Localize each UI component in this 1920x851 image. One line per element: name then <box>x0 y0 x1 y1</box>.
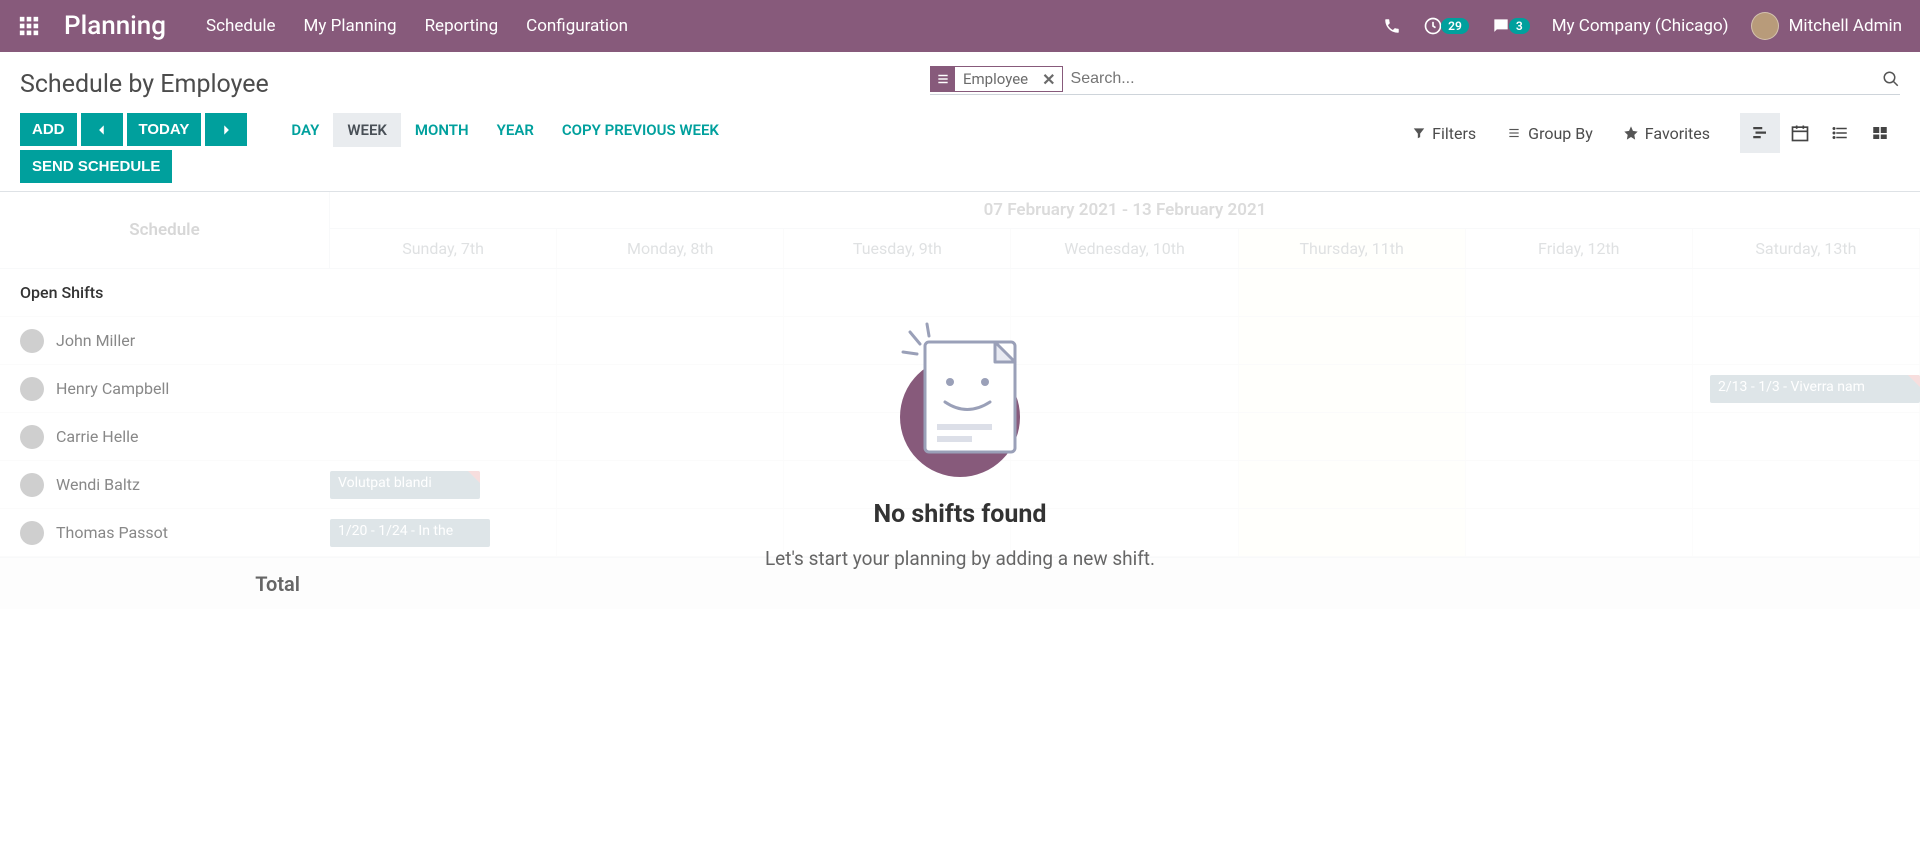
list-icon <box>931 67 955 91</box>
favorites-label: Favorites <box>1645 124 1710 143</box>
menu-schedule[interactable]: Schedule <box>206 16 275 36</box>
prev-button[interactable] <box>81 113 123 146</box>
employee-name: John Miller <box>56 331 135 350</box>
add-button[interactable]: ADD <box>20 113 77 146</box>
favorites-dropdown[interactable]: Favorites <box>1623 124 1710 143</box>
filters-label: Filters <box>1432 124 1476 143</box>
avatar <box>20 473 44 497</box>
activities-icon[interactable]: 29 <box>1423 16 1469 36</box>
range-day[interactable]: DAY <box>277 113 333 147</box>
kanban-view-icon[interactable] <box>1860 113 1900 153</box>
apps-icon[interactable] <box>18 15 40 37</box>
facet-remove[interactable]: ✕ <box>1036 70 1061 89</box>
main-menu: Schedule My Planning Reporting Configura… <box>206 16 628 36</box>
range-year[interactable]: YEAR <box>483 113 548 147</box>
user-name: Mitchell Admin <box>1789 16 1902 36</box>
menu-my-planning[interactable]: My Planning <box>304 16 397 36</box>
employee-name: Wendi Baltz <box>56 475 140 494</box>
search-facet-employee: Employee ✕ <box>930 66 1063 92</box>
range-month[interactable]: MONTH <box>401 113 483 147</box>
empty-overlay: No shifts found Let's start your plannin… <box>0 192 1920 609</box>
avatar <box>20 425 44 449</box>
empty-illustration-icon <box>865 312 1055 482</box>
user-menu[interactable]: Mitchell Admin <box>1751 12 1902 40</box>
range-week[interactable]: WEEK <box>333 113 401 147</box>
company-switcher[interactable]: My Company (Chicago) <box>1552 16 1729 36</box>
messages-icon[interactable]: 3 <box>1491 16 1530 36</box>
groupby-dropdown[interactable]: Group By <box>1506 124 1593 143</box>
calendar-view-icon[interactable] <box>1780 113 1820 153</box>
avatar <box>20 521 44 545</box>
groupby-label: Group By <box>1528 124 1593 143</box>
empty-subtitle: Let's start your planning by adding a ne… <box>765 547 1155 570</box>
list-view-icon[interactable] <box>1820 113 1860 153</box>
empty-title: No shifts found <box>873 500 1046 529</box>
copy-previous-week[interactable]: COPY PREVIOUS WEEK <box>548 113 733 147</box>
menu-configuration[interactable]: Configuration <box>526 16 628 36</box>
user-avatar <box>1751 12 1779 40</box>
facet-label: Employee <box>955 70 1036 88</box>
total-label: Total <box>0 572 330 596</box>
send-schedule-button[interactable]: SEND SCHEDULE <box>20 150 172 183</box>
employee-name: Henry Campbell <box>56 379 169 398</box>
next-button[interactable] <box>205 113 247 146</box>
view-switcher <box>1740 113 1900 153</box>
app-brand[interactable]: Planning <box>64 11 166 41</box>
schedule-view: Schedule 07 February 2021 - 13 February … <box>0 192 1920 609</box>
employee-name: Carrie Helle <box>56 427 138 446</box>
employee-name: Thomas Passot <box>56 523 168 542</box>
gantt-view-icon[interactable] <box>1740 113 1780 153</box>
range-switcher: DAY WEEK MONTH YEAR COPY PREVIOUS WEEK <box>277 113 733 147</box>
search-box[interactable]: Employee ✕ <box>930 64 1900 95</box>
avatar <box>20 377 44 401</box>
open-shifts-label: Open Shifts <box>0 283 330 302</box>
avatar <box>20 329 44 353</box>
activities-count: 29 <box>1441 18 1469 34</box>
view-title: Schedule by Employee <box>20 70 269 99</box>
filters-dropdown[interactable]: Filters <box>1412 124 1476 143</box>
control-panel: Schedule by Employee Employee ✕ ADD <box>0 52 1920 192</box>
search-input[interactable] <box>1071 70 1882 88</box>
messages-count: 3 <box>1509 18 1530 34</box>
phone-icon[interactable] <box>1383 17 1401 35</box>
menu-reporting[interactable]: Reporting <box>425 16 499 36</box>
today-button[interactable]: TODAY <box>127 113 202 146</box>
top-navbar: Planning Schedule My Planning Reporting … <box>0 0 1920 52</box>
search-icon[interactable] <box>1882 70 1900 88</box>
